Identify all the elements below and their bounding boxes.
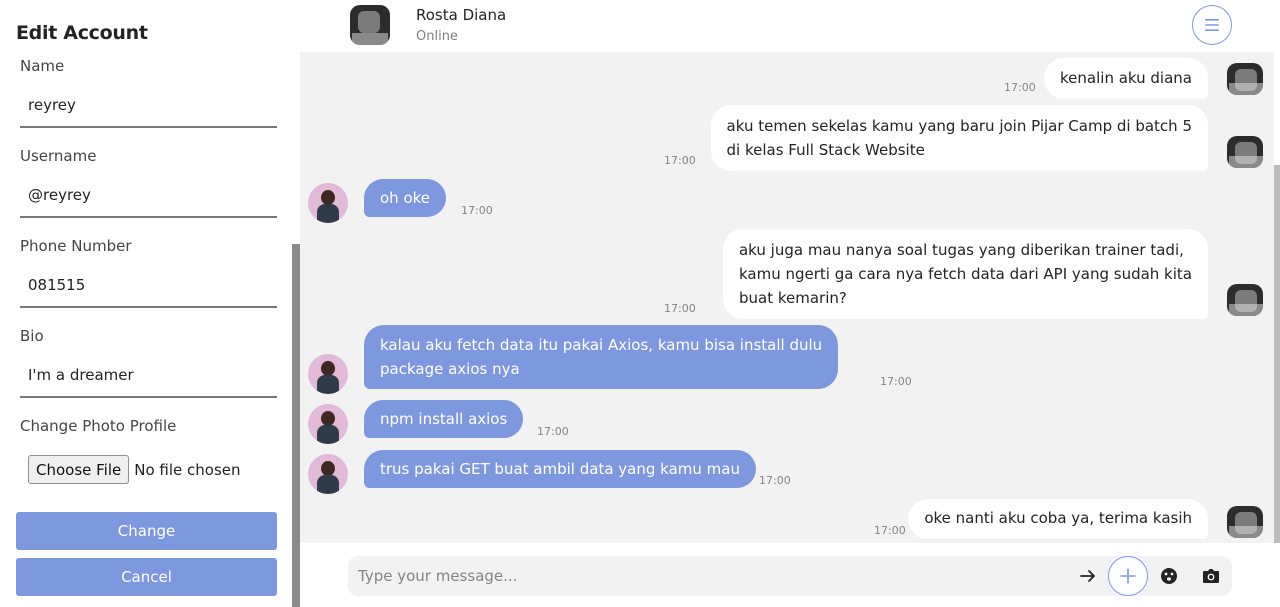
- menu-button[interactable]: [1192, 5, 1232, 45]
- message-time: 17:00: [537, 425, 569, 438]
- edit-account-panel: Edit Account Name Username Phone Number …: [0, 0, 292, 607]
- username-field[interactable]: [20, 174, 277, 218]
- my-avatar: [1227, 506, 1263, 538]
- contact-status: Online: [416, 29, 458, 44]
- message-text: kalau aku fetch data itu pakai Axios, ka…: [380, 336, 823, 354]
- message-time: 17:00: [874, 524, 906, 537]
- name-label: Name: [20, 57, 65, 75]
- message-text: buat kemarin?: [738, 289, 847, 307]
- message-text: oke nanti aku coba ya, terima kasih: [924, 509, 1192, 527]
- message-text: di kelas Full Stack Website: [726, 141, 925, 159]
- file-status-text: No file chosen: [134, 460, 241, 479]
- message-text: package axios nya: [380, 360, 520, 378]
- panel-scrollbar[interactable]: [292, 244, 300, 607]
- change-button[interactable]: Change: [16, 512, 277, 550]
- message-text: aku juga mau nanya soal tugas yang diber…: [738, 241, 1184, 259]
- my-avatar: [1227, 63, 1263, 95]
- chat-header: Rosta Diana Online: [300, 0, 1280, 52]
- message-time: 17:00: [461, 204, 493, 217]
- message-time: 17:00: [1004, 81, 1036, 94]
- plus-icon: [1120, 568, 1136, 584]
- emoji-button[interactable]: [1156, 556, 1182, 596]
- outgoing-message: kenalin aku diana: [1044, 58, 1208, 99]
- message-list[interactable]: 17:00 kenalin aku diana 17:00 aku temen …: [300, 52, 1274, 543]
- hamburger-menu-icon: [1205, 19, 1219, 31]
- message-text: kenalin aku diana: [1060, 69, 1192, 87]
- outgoing-message: aku juga mau nanya soal tugas yang diber…: [722, 229, 1208, 319]
- outgoing-message: aku temen sekelas kamu yang baru join Pi…: [710, 105, 1208, 171]
- contact-avatar: [308, 404, 348, 444]
- message-text: oh oke: [380, 189, 431, 207]
- my-avatar: [1227, 284, 1263, 316]
- message-text: kamu ngerti ga cara nya fetch data dari …: [738, 265, 1192, 283]
- outgoing-message: oke nanti aku coba ya, terima kasih: [908, 499, 1208, 539]
- choose-file-button[interactable]: Choose File: [28, 455, 130, 484]
- message-time: 17:00: [664, 302, 696, 315]
- incoming-message: npm install axios: [364, 400, 524, 438]
- incoming-message: oh oke: [364, 179, 447, 217]
- chat-scrollbar[interactable]: [1274, 165, 1280, 543]
- message-text: aku temen sekelas kamu yang baru join Pi…: [726, 117, 1192, 135]
- message-time: 17:00: [880, 375, 912, 388]
- contact-name[interactable]: Rosta Diana: [416, 6, 506, 24]
- name-field[interactable]: [20, 84, 277, 128]
- camera-icon: [1203, 569, 1219, 583]
- bio-field[interactable]: [20, 354, 277, 398]
- message-time: 17:00: [664, 154, 696, 167]
- contact-avatar: [308, 454, 348, 494]
- arrow-right-icon: [1080, 570, 1095, 582]
- composer-bar: [300, 543, 1280, 607]
- cancel-button[interactable]: Cancel: [16, 558, 277, 596]
- contact-avatar: [308, 354, 348, 394]
- add-attachment-button[interactable]: [1108, 556, 1148, 596]
- composer: [348, 556, 1232, 596]
- camera-button[interactable]: [1198, 556, 1224, 596]
- username-label: Username: [20, 147, 97, 165]
- panel-title: Edit Account: [16, 22, 148, 44]
- my-avatar: [1227, 136, 1263, 168]
- phone-label: Phone Number: [20, 237, 132, 255]
- message-time: 17:00: [759, 474, 791, 487]
- phone-field[interactable]: [20, 264, 277, 308]
- photo-label: Change Photo Profile: [20, 417, 177, 435]
- bio-label: Bio: [20, 327, 44, 345]
- message-input[interactable]: [358, 556, 1058, 596]
- message-text: trus pakai GET buat ambil data yang kamu…: [380, 460, 740, 478]
- send-button[interactable]: [1076, 556, 1100, 596]
- emoji-icon: [1161, 568, 1177, 584]
- file-picker: Choose File No file chosen: [28, 455, 241, 484]
- message-text: npm install axios: [380, 410, 508, 428]
- incoming-message: kalau aku fetch data itu pakai Axios, ka…: [364, 325, 839, 389]
- incoming-message: trus pakai GET buat ambil data yang kamu…: [364, 450, 756, 488]
- contact-avatar: [308, 183, 348, 223]
- contact-avatar[interactable]: [350, 5, 390, 45]
